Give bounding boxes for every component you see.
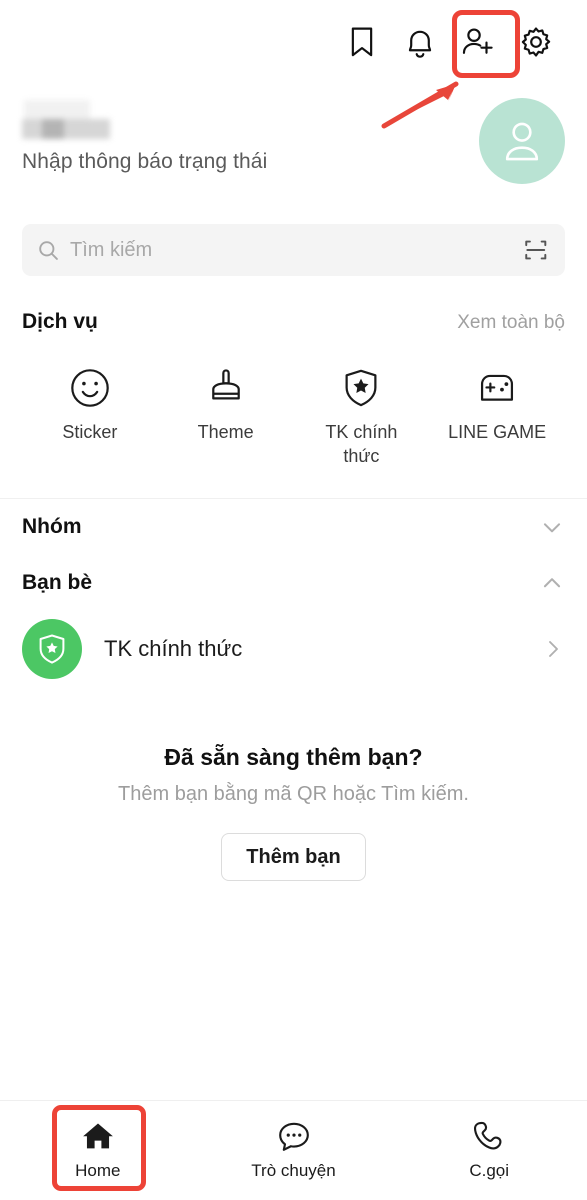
- section-header-friends[interactable]: Bạn bè: [22, 560, 565, 606]
- shield-star-icon: [39, 634, 65, 664]
- service-label: Sticker: [62, 422, 118, 442]
- smiley-icon: [69, 366, 111, 410]
- service-label: LINE GAME: [448, 422, 547, 442]
- brush-icon: [205, 366, 247, 410]
- shield-star-icon: [340, 366, 382, 410]
- chat-bubble-icon: [278, 1122, 309, 1151]
- services-grid: Sticker Theme TK chính thức LINE GAME: [22, 366, 565, 469]
- nav-label: C.gọi: [469, 1161, 510, 1180]
- search-input[interactable]: Tìm kiếm: [70, 239, 523, 262]
- friend-avatar: [22, 619, 82, 679]
- avatar[interactable]: [479, 98, 565, 184]
- chevron-right-icon[interactable]: [541, 637, 565, 661]
- qr-scan-icon[interactable]: [523, 237, 549, 263]
- service-label: Theme: [197, 422, 254, 442]
- profile-row[interactable]: Nhập thông báo trạng thái: [0, 96, 587, 196]
- bottom-navigation-bar: Home Trò chuyện C.gọi: [0, 1100, 587, 1200]
- status-message[interactable]: Nhập thông báo trạng thái: [22, 150, 267, 174]
- search-bar[interactable]: Tìm kiếm: [22, 224, 565, 276]
- bookmark-icon[interactable]: [333, 13, 391, 71]
- gamepad-icon: [476, 366, 518, 410]
- add-friend-icon[interactable]: [449, 13, 507, 71]
- divider: [0, 498, 587, 499]
- friend-name: TK chính thức: [104, 636, 243, 661]
- bell-icon[interactable]: [391, 13, 449, 71]
- empty-state-subtitle: Thêm bạn bằng mã QR hoặc Tìm kiếm.: [118, 783, 469, 805]
- gear-icon[interactable]: [507, 13, 565, 71]
- service-item-sticker[interactable]: Sticker: [22, 366, 158, 469]
- top-icon-bar: [0, 0, 587, 84]
- section-header-groups[interactable]: Nhóm: [22, 504, 565, 550]
- services-see-all-link[interactable]: Xem toàn bộ: [457, 312, 565, 334]
- profile-text-group: Nhập thông báo trạng thái: [22, 96, 267, 174]
- profile-display-name-redacted: [22, 98, 110, 140]
- section-title: Bạn bè: [22, 571, 93, 594]
- empty-state-title: Đã sẵn sàng thêm bạn?: [164, 744, 423, 770]
- nav-item-calls[interactable]: C.gọi: [391, 1101, 587, 1200]
- person-icon: [505, 122, 539, 161]
- nav-item-home[interactable]: Home: [0, 1101, 196, 1200]
- phone-icon: [474, 1121, 502, 1150]
- section-title: Nhóm: [22, 515, 82, 538]
- service-item-theme[interactable]: Theme: [158, 366, 294, 469]
- nav-item-chats[interactable]: Trò chuyện: [196, 1101, 392, 1200]
- service-item-official-account[interactable]: TK chính thức: [294, 366, 430, 469]
- nav-label: Home: [75, 1161, 121, 1180]
- services-header: Dịch vụ Xem toàn bộ: [22, 310, 565, 334]
- chevron-up-icon[interactable]: [539, 570, 565, 596]
- empty-state: Đã sẵn sàng thêm bạn? Thêm bạn bằng mã Q…: [0, 744, 587, 881]
- search-icon: [39, 240, 58, 260]
- nav-label: Trò chuyện: [251, 1161, 336, 1180]
- home-icon: [82, 1123, 113, 1149]
- services-title: Dịch vụ: [22, 310, 98, 333]
- list-item[interactable]: TK chính thức: [22, 612, 565, 686]
- chevron-down-icon[interactable]: [539, 514, 565, 540]
- add-friend-button[interactable]: Thêm bạn: [221, 833, 366, 881]
- service-label: TK chính thức: [325, 422, 398, 467]
- service-item-line-game[interactable]: LINE GAME: [429, 366, 565, 469]
- line-home-screen: Nhập thông báo trạng thái Tìm kiếm Dịch …: [0, 0, 587, 1200]
